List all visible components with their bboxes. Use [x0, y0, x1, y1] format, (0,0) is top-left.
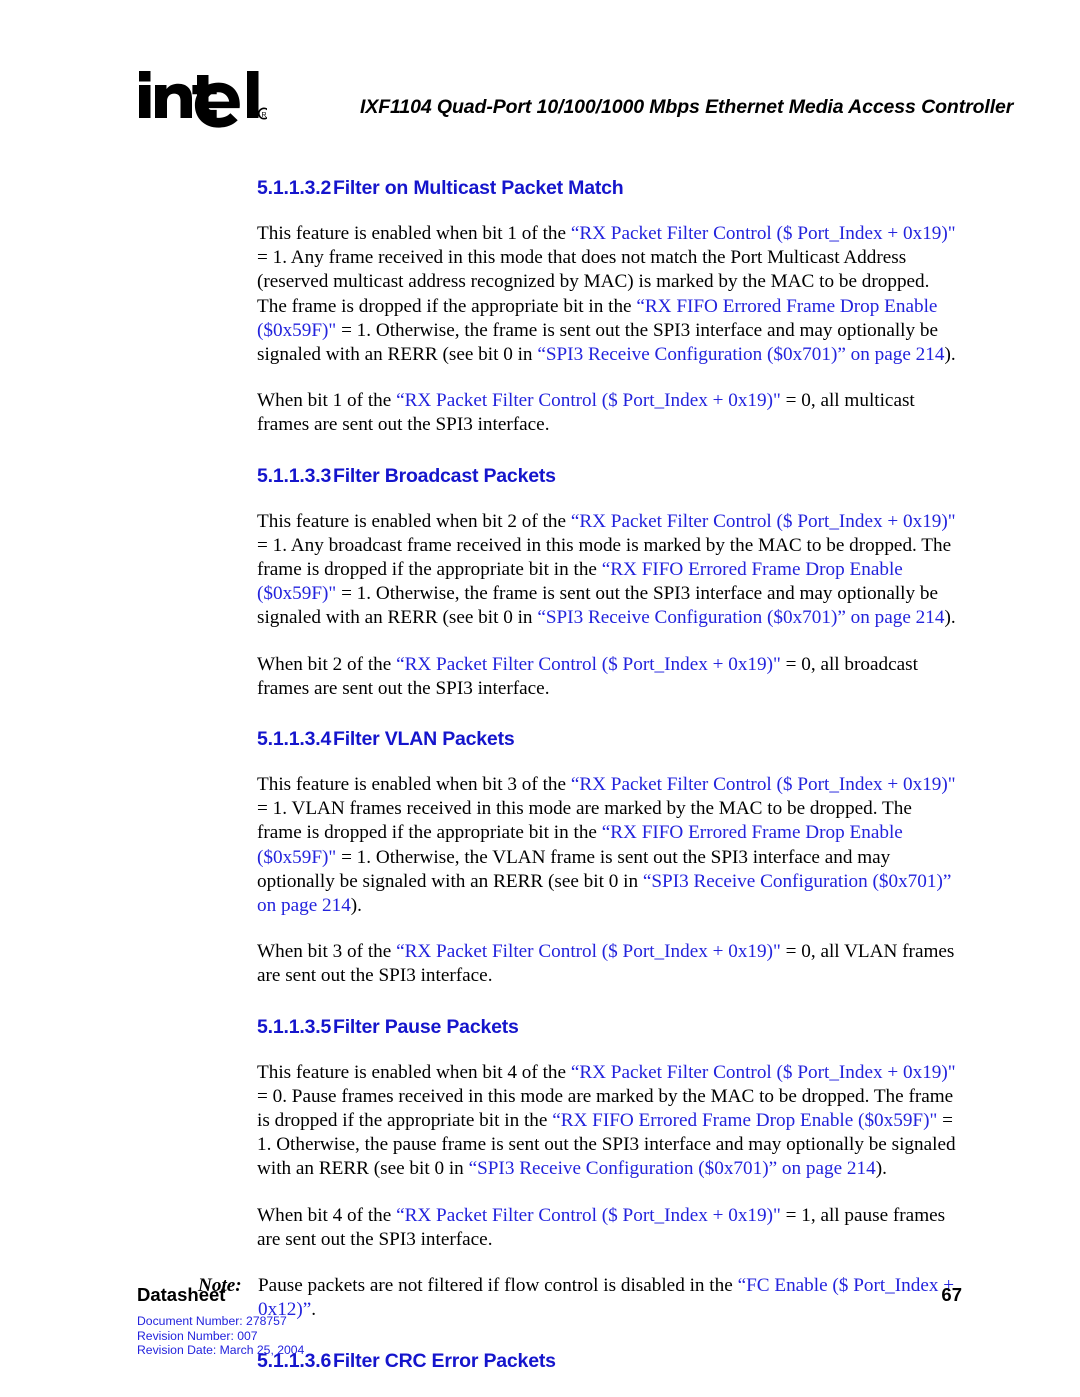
- section-heading-1: 5.1.1.3.3 Filter Broadcast Packets: [0, 465, 1080, 488]
- section-title: Filter VLAN Packets: [333, 728, 515, 751]
- cross-reference-link[interactable]: “RX FIFO Errored Frame Drop Enable ($0x5…: [552, 1110, 937, 1131]
- cross-reference-link[interactable]: “RX Packet Filter Control ($ Port_Index …: [396, 390, 781, 411]
- cross-reference-link[interactable]: “SPI3 Receive Configuration ($0x701)” on…: [537, 344, 944, 365]
- section-paragraph: This feature is enabled when bit 4 of th…: [0, 1061, 1080, 1182]
- revision-number: Revision Number: 007: [137, 1328, 258, 1343]
- body-text: This feature is enabled when bit 1 of th…: [257, 223, 571, 244]
- section-title: Filter on Multicast Packet Match: [333, 177, 624, 199]
- body-text: ).: [875, 1158, 887, 1180]
- body-text: ).: [944, 607, 956, 629]
- cross-reference-link[interactable]: “RX Packet Filter Control ($ Port_Index …: [571, 774, 956, 795]
- page-number: 67: [941, 1284, 962, 1305]
- body-text: When bit 3 of the: [257, 941, 397, 963]
- revision-date: Revision Date: March 25, 2004: [137, 1343, 305, 1358]
- section-heading-2: 5.1.1.3.4 Filter VLAN Packets: [0, 728, 1080, 751]
- footer-label: Datasheet: [137, 1284, 226, 1305]
- body-text: When bit 2 of the: [257, 653, 397, 675]
- cross-reference-link[interactable]: “RX Packet Filter Control ($ Port_Index …: [396, 1205, 781, 1226]
- datasheet-page: R IXF1104 Quad-Port 10/100/1000 Mbps Eth…: [0, 0, 1080, 1397]
- body-text: This feature is enabled when bit 4 of th…: [257, 1061, 571, 1083]
- section-paragraph: When bit 1 of the “RX Packet Filter Cont…: [0, 389, 1080, 437]
- section-paragraph: When bit 4 of the “RX Packet Filter Cont…: [0, 1204, 1080, 1252]
- cross-reference-link[interactable]: “RX Packet Filter Control ($ Port_Index …: [571, 223, 956, 244]
- body-text: This feature is enabled when bit 2 of th…: [257, 510, 571, 532]
- section-heading-0: 5.1.1.3.2 Filter on Multicast Packet Mat…: [0, 177, 1080, 200]
- header-title: IXF1104 Quad-Port 10/100/1000 Mbps Ether…: [360, 96, 1014, 118]
- section-title: Filter Broadcast Packets: [333, 464, 556, 487]
- page-header: R IXF1104 Quad-Port 10/100/1000 Mbps Eth…: [0, 0, 1080, 150]
- footer-metadata: Document Number: 278757 Revision Number:…: [137, 1314, 304, 1358]
- body-text: ).: [350, 895, 362, 917]
- cross-reference-link[interactable]: “RX Packet Filter Control ($ Port_Index …: [571, 1062, 956, 1083]
- document-number: Document Number: 278757: [137, 1314, 287, 1328]
- page-content: 5.1.1.3.2 Filter on Multicast Packet Mat…: [0, 150, 1080, 1397]
- body-text: ).: [944, 344, 956, 366]
- section-paragraph: This feature is enabled when bit 2 of th…: [0, 510, 1080, 631]
- cross-reference-link[interactable]: “RX Packet Filter Control ($ Port_Index …: [571, 511, 956, 532]
- cross-reference-link[interactable]: “SPI3 Receive Configuration ($0x701)” on…: [537, 607, 944, 628]
- section-title: Filter Pause Packets: [333, 1015, 519, 1038]
- section-paragraph: This feature is enabled when bit 3 of th…: [0, 773, 1080, 918]
- body-text: This feature is enabled when bit 3 of th…: [257, 774, 571, 796]
- section-number: 5.1.1.3.5: [257, 1015, 332, 1038]
- section-number: 5.1.1.3.3: [257, 464, 332, 487]
- intel-logo: R: [137, 66, 267, 128]
- body-text: When bit 4 of the: [257, 1204, 397, 1226]
- section-heading-3: 5.1.1.3.5 Filter Pause Packets: [0, 1016, 1080, 1039]
- section-paragraph: This feature is enabled when bit 1 of th…: [0, 222, 1080, 367]
- cross-reference-link[interactable]: “RX Packet Filter Control ($ Port_Index …: [396, 941, 781, 962]
- svg-text:R: R: [261, 112, 266, 119]
- body-text: When bit 1 of the: [257, 390, 397, 412]
- section-paragraph: When bit 3 of the “RX Packet Filter Cont…: [0, 940, 1080, 988]
- section-number: 5.1.1.3.2: [257, 177, 332, 199]
- section-paragraph: When bit 2 of the “RX Packet Filter Cont…: [0, 653, 1080, 701]
- cross-reference-link[interactable]: “SPI3 Receive Configuration ($0x701)” on…: [469, 1158, 876, 1179]
- page-footer: Datasheet 67 Document Number: 278757 Rev…: [0, 1284, 1080, 1397]
- section-number: 5.1.1.3.4: [257, 728, 332, 751]
- cross-reference-link[interactable]: “RX Packet Filter Control ($ Port_Index …: [396, 654, 781, 675]
